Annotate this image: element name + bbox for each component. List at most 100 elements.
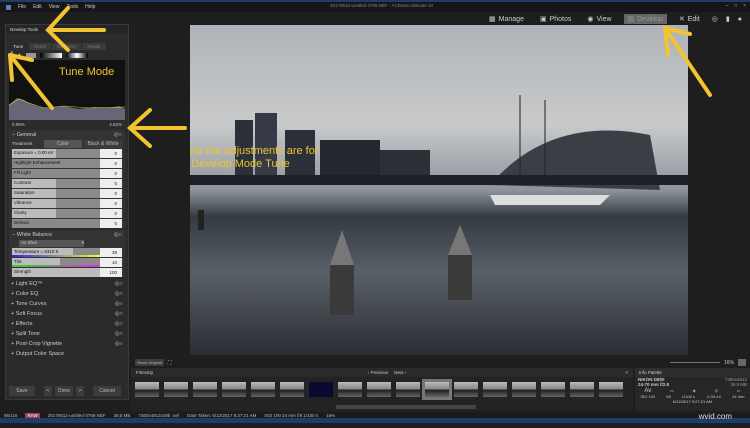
section-split-tone[interactable]: + Split Tone ◎○ xyxy=(6,329,128,339)
slider-value-input[interactable]: 0 xyxy=(100,179,122,188)
reset-icon[interactable]: ◎○ xyxy=(115,301,123,307)
slider-track[interactable]: Vibrance xyxy=(12,199,100,208)
wb-preset-dropdown[interactable]: As Shot ▾ xyxy=(19,240,84,247)
slider-track[interactable]: Highlight Enhancement xyxy=(12,159,100,168)
filmstrip-thumbnail[interactable] xyxy=(193,382,217,397)
slider-value-input[interactable]: 0 xyxy=(100,219,122,228)
slider-exposure[interactable]: Exposure = 0.00 eV 0 xyxy=(12,149,122,158)
mode-photos[interactable]: ▣ Photos xyxy=(536,14,575,24)
slider-value-input[interactable]: 100 xyxy=(100,268,122,277)
slider-tint[interactable]: Tint 10 xyxy=(12,258,122,267)
save-button[interactable]: Save xyxy=(9,386,35,396)
warning-icon[interactable]: ▲ xyxy=(17,52,22,58)
slider-value-input[interactable]: 0 xyxy=(100,169,122,178)
menu-help[interactable]: Help xyxy=(85,4,95,10)
photo-preview[interactable]: where the adjustments are forthe Develop… xyxy=(190,25,688,355)
next-button[interactable]: > xyxy=(76,386,84,396)
minimize-icon[interactable]: – xyxy=(725,3,728,9)
slider-track[interactable]: Dehaze xyxy=(12,219,100,228)
menu-tools[interactable]: Tools xyxy=(66,4,78,10)
next-link[interactable]: Next › xyxy=(394,370,406,375)
reset-icon[interactable]: ◎○ xyxy=(115,311,123,317)
compare-icon[interactable] xyxy=(25,52,36,58)
slider-track[interactable]: Strength xyxy=(12,268,100,277)
zoom-slider[interactable] xyxy=(669,362,720,363)
menu-edit[interactable]: Edit xyxy=(33,4,42,10)
tab-repair[interactable]: Repair xyxy=(82,43,106,50)
menu-file[interactable]: File xyxy=(18,4,26,10)
mode-manage[interactable]: ▦ Manage xyxy=(485,14,528,24)
tab-detail[interactable]: Detail xyxy=(29,43,51,50)
previous-link[interactable]: ‹ Previous xyxy=(368,370,388,375)
fit-icon[interactable] xyxy=(738,359,746,366)
filmstrip-thumbnail[interactable] xyxy=(367,382,391,397)
section-output-color-space[interactable]: + Output Color Space xyxy=(6,349,128,359)
mode-develop[interactable]: ▤ Develop xyxy=(623,14,667,24)
slider-contrast[interactable]: Contrast 0 xyxy=(12,179,122,188)
filmstrip-thumbnail[interactable] xyxy=(251,382,275,397)
section-light-eq-[interactable]: + Light EQ™ ◎○ xyxy=(6,279,128,289)
reset-icon[interactable]: ◎○ xyxy=(115,321,123,327)
slider-track[interactable]: Fill Light xyxy=(12,169,100,178)
slider-track[interactable]: Clarity xyxy=(12,209,100,218)
slider-value-input[interactable]: 10 xyxy=(100,258,122,267)
filmstrip-thumbnail[interactable] xyxy=(280,382,304,397)
slider-value-input[interactable]: 0 xyxy=(100,159,122,168)
filmstrip-thumbnail[interactable] xyxy=(570,382,594,397)
section-post-crop-vignette[interactable]: + Post-Crop Vignette ◎○ xyxy=(6,339,128,349)
tab-geometry[interactable]: Geometry xyxy=(51,43,82,50)
slider-value-input[interactable]: 0 xyxy=(100,189,122,198)
slider-temperature[interactable]: Temperature = 6310 K 38 xyxy=(12,248,122,257)
slider-value-input[interactable]: 38 xyxy=(100,248,122,257)
filmstrip-thumbnail[interactable] xyxy=(396,382,420,397)
slider-highlight[interactable]: Highlight Enhancement 0 xyxy=(12,159,122,168)
slider-track[interactable]: Tint xyxy=(12,258,100,267)
slider-dehaze[interactable]: Dehaze 0 xyxy=(12,219,122,228)
filmstrip-thumbnail[interactable] xyxy=(512,382,536,397)
bw-button[interactable]: Black & White xyxy=(84,139,122,148)
section-tone-curves[interactable]: + Tone Curves ◎○ xyxy=(6,299,128,309)
mode-edit[interactable]: ✕ Edit xyxy=(675,14,704,24)
slider-vibrance[interactable]: Vibrance 0 xyxy=(12,199,122,208)
notifications-icon[interactable]: ● xyxy=(738,16,742,23)
tab-tune[interactable]: Tune xyxy=(8,43,29,50)
slider-value-input[interactable]: 0 xyxy=(100,209,122,218)
slider-track[interactable]: Exposure = 0.00 eV xyxy=(12,149,100,158)
filmstrip-thumbnail[interactable] xyxy=(541,382,565,397)
filmstrip-thumbnail[interactable] xyxy=(483,382,507,397)
reset-icon[interactable]: ◎○ xyxy=(115,281,123,287)
menu-view[interactable]: View xyxy=(49,4,60,10)
filmstrip-thumbnail[interactable] xyxy=(222,382,246,397)
zoom-level[interactable]: 16% xyxy=(724,360,734,366)
slider-strength[interactable]: Strength 100 xyxy=(12,268,122,277)
reset-icon[interactable]: ◎○ xyxy=(114,232,122,238)
filmstrip-thumbnail[interactable] xyxy=(309,382,333,397)
color-button[interactable]: Color xyxy=(44,139,82,148)
prev-button[interactable]: < xyxy=(44,386,52,396)
slider-saturation[interactable]: Saturation 0 xyxy=(12,189,122,198)
general-header[interactable]: − General ◎○ xyxy=(9,130,125,139)
reset-icon[interactable]: ◎○ xyxy=(115,341,123,347)
close-icon[interactable]: × xyxy=(743,3,746,9)
section-effects[interactable]: + Effects ◎○ xyxy=(6,319,128,329)
reset-icon[interactable]: ◎○ xyxy=(114,132,122,138)
slider-track[interactable]: Saturation xyxy=(12,189,100,198)
reset-icon[interactable]: ◎○ xyxy=(115,291,123,297)
slider-value-input[interactable]: 0 xyxy=(100,199,122,208)
slider-fill[interactable]: Fill Light 0 xyxy=(12,169,122,178)
filmstrip-thumbnail[interactable] xyxy=(164,382,188,397)
cancel-button[interactable]: Cancel xyxy=(93,386,121,396)
section-color-eq[interactable]: + Color EQ ◎○ xyxy=(6,289,128,299)
slider-track[interactable]: Contrast xyxy=(12,179,100,188)
section-soft-focus[interactable]: + Soft Focus ◎○ xyxy=(6,309,128,319)
close-icon[interactable]: × xyxy=(625,370,628,375)
filmstrip-thumbnail[interactable] xyxy=(454,382,478,397)
filmstrip-thumbnail[interactable] xyxy=(422,379,452,400)
filmstrip-thumbnail[interactable] xyxy=(338,382,362,397)
filmstrip-thumbnail[interactable] xyxy=(135,382,159,397)
show-original-button[interactable]: Show Original xyxy=(135,359,164,366)
slider-value-input[interactable]: 0 xyxy=(100,149,122,158)
done-button[interactable]: Done xyxy=(55,386,73,396)
filmstrip-scrollbar[interactable] xyxy=(336,405,476,409)
filmstrip-thumbnail[interactable] xyxy=(599,382,623,397)
